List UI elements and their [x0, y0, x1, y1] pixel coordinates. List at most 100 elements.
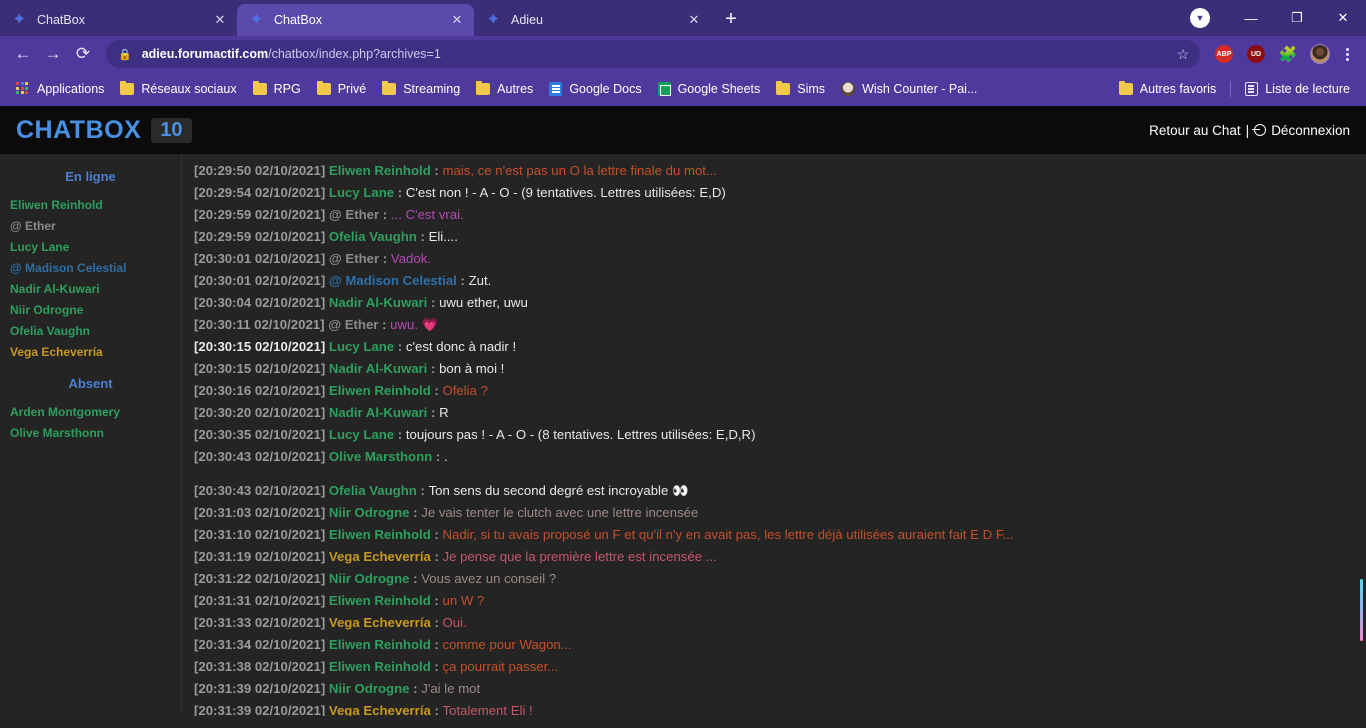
message-author[interactable]: @ Ether — [328, 317, 378, 332]
page-viewport: CHATBOX 10 Retour au Chat | Déconnexion … — [0, 106, 1366, 728]
bookmark-applications[interactable]: Applications — [8, 77, 112, 101]
away-user-item[interactable]: Olive Marsthonn — [0, 422, 181, 443]
chat-message-log[interactable]: [20:29:50 02/10/2021] Eliwen Reinhold : … — [182, 154, 1366, 728]
page-title: CHATBOX — [16, 115, 142, 144]
message-author[interactable]: Niir Odrogne — [329, 571, 410, 586]
message-author[interactable]: @ Madison Celestial — [329, 273, 457, 288]
tab-title: Adieu — [511, 13, 543, 27]
message-author[interactable]: Nadir Al-Kuwari — [329, 361, 427, 376]
message-colon: : — [430, 615, 443, 630]
bookmark-streaming[interactable]: Streaming — [374, 77, 468, 101]
chat-message: [20:30:16 02/10/2021] Eliwen Reinhold : … — [190, 380, 1366, 402]
window-controls: ▼ — ❐ ✕ — [1190, 0, 1366, 36]
message-text: un W ? — [442, 593, 485, 608]
bookmark-reseaux-sociaux[interactable]: Réseaux sociaux — [112, 77, 244, 101]
message-author[interactable]: Vega Echeverría — [329, 615, 431, 630]
new-tab-button[interactable]: + — [717, 5, 745, 33]
browser-menu-icon[interactable] — [1336, 43, 1358, 65]
lock-icon: 🔒 — [118, 48, 132, 61]
message-author[interactable]: Lucy Lane — [329, 185, 394, 200]
bookmark-wish-counter[interactable]: Wish Counter - Pai... — [833, 77, 985, 101]
back-icon[interactable]: ← — [8, 39, 38, 69]
extensions-puzzle-icon[interactable]: 🧩 — [1279, 45, 1298, 63]
forward-icon[interactable]: → — [38, 39, 68, 69]
online-user-item[interactable]: Eliwen Reinhold — [0, 194, 181, 215]
message-author[interactable]: Nadir Al-Kuwari — [329, 295, 427, 310]
message-author[interactable]: Eliwen Reinhold — [329, 527, 431, 542]
bookmark-rpg[interactable]: RPG — [245, 77, 309, 101]
message-author[interactable]: Vega Echeverría — [329, 549, 431, 564]
divider — [1230, 81, 1232, 97]
close-icon[interactable]: ✕ — [448, 11, 466, 29]
message-author[interactable]: Eliwen Reinhold — [329, 637, 431, 652]
bookmark-label: Autres — [497, 82, 534, 96]
scrollbar-thumb[interactable] — [1360, 579, 1363, 641]
bookmark-liste-de-lecture[interactable]: Liste de lecture — [1237, 77, 1358, 101]
message-author[interactable]: Eliwen Reinhold — [329, 659, 431, 674]
message-timestamp: [20:30:15 02/10/2021] — [194, 339, 329, 354]
away-user-item[interactable]: Arden Montgomery — [0, 401, 181, 422]
bookmark-label: Sims — [797, 82, 826, 96]
maximize-button[interactable]: ❐ — [1274, 0, 1320, 36]
message-author[interactable]: Nadir Al-Kuwari — [329, 405, 427, 420]
bookmark-google-sheets[interactable]: Google Sheets — [650, 77, 769, 101]
message-timestamp: [20:31:31 02/10/2021] — [194, 593, 329, 608]
scrollbar-track[interactable] — [1353, 154, 1366, 728]
online-user-item[interactable]: Ofelia Vaughn — [0, 320, 181, 341]
bookmark-google-docs[interactable]: Google Docs — [541, 77, 649, 101]
message-author[interactable]: Niir Odrogne — [329, 505, 410, 520]
message-timestamp: [20:30:01 02/10/2021] — [194, 251, 329, 266]
bookmark-label: Google Docs — [569, 82, 642, 96]
message-author[interactable]: Niir Odrogne — [329, 681, 410, 696]
browser-tab-1[interactable]: ✦ ChatBox ✕ — [0, 4, 237, 36]
message-timestamp: [20:30:04 02/10/2021] — [194, 295, 329, 310]
message-colon: : — [416, 229, 429, 244]
profile-avatar[interactable] — [1310, 44, 1330, 64]
browser-tab-3[interactable]: ✦ Adieu ✕ — [474, 4, 711, 36]
bookmark-label: Autres favoris — [1139, 82, 1217, 96]
adblock-plus-extension-icon[interactable]: ABP — [1215, 45, 1233, 63]
close-icon[interactable]: ✕ — [685, 11, 703, 29]
close-icon[interactable]: ✕ — [211, 11, 229, 29]
message-colon: : — [409, 681, 422, 696]
message-author[interactable]: @ Ether — [329, 207, 379, 222]
message-author[interactable]: Olive Marsthonn — [329, 449, 432, 464]
message-author[interactable]: Eliwen Reinhold — [329, 593, 431, 608]
folder-icon — [476, 81, 491, 95]
logout-link[interactable]: Déconnexion — [1252, 123, 1350, 138]
message-author[interactable]: Eliwen Reinhold — [329, 163, 431, 178]
address-bar[interactable]: 🔒 adieu.forumactif.com/chatbox/index.php… — [106, 40, 1200, 68]
message-text: Je vais tenter le clutch avec une lettre… — [421, 505, 699, 520]
close-window-button[interactable]: ✕ — [1320, 0, 1366, 36]
online-user-item[interactable]: Nadir Al-Kuwari — [0, 278, 181, 299]
message-author[interactable]: Lucy Lane — [329, 339, 394, 354]
message-text: uwu ether, uwu — [439, 295, 528, 310]
bookmark-autres-favoris[interactable]: Autres favoris — [1111, 77, 1224, 101]
minimize-button[interactable]: — — [1228, 0, 1274, 36]
reload-icon[interactable]: ⟳ — [68, 39, 98, 69]
bookmark-star-icon[interactable]: ☆ — [1170, 41, 1196, 67]
online-user-item[interactable]: Lucy Lane — [0, 236, 181, 257]
online-user-item[interactable]: Vega Echeverría — [0, 341, 181, 362]
message-author[interactable]: Lucy Lane — [329, 427, 394, 442]
chat-message: [20:31:34 02/10/2021] Eliwen Reinhold : … — [190, 634, 1366, 656]
folder-icon — [316, 81, 331, 95]
ublock-extension-icon[interactable]: UD — [1247, 45, 1265, 63]
browser-tab-2[interactable]: ✦ ChatBox ✕ — [237, 4, 474, 36]
download-icon[interactable]: ▼ — [1190, 8, 1210, 28]
chat-message: [20:30:15 02/10/2021] Nadir Al-Kuwari : … — [190, 358, 1366, 380]
online-user-item[interactable]: Niir Odrogne — [0, 299, 181, 320]
chat-message: [20:31:19 02/10/2021] Vega Echeverría : … — [190, 546, 1366, 568]
online-user-item[interactable]: @ Ether — [0, 215, 181, 236]
bookmark-sims[interactable]: Sims — [768, 77, 833, 101]
message-author[interactable]: @ Ether — [329, 251, 379, 266]
online-user-item[interactable]: @ Madison Celestial — [0, 257, 181, 278]
message-author[interactable]: Eliwen Reinhold — [329, 383, 431, 398]
chatbox-body: En ligne Eliwen Reinhold @ Ether Lucy La… — [0, 154, 1366, 728]
back-to-chat-link[interactable]: Retour au Chat — [1149, 123, 1241, 138]
message-timestamp: [20:30:20 02/10/2021] — [194, 405, 329, 420]
message-author[interactable]: Ofelia Vaughn — [329, 483, 417, 498]
message-author[interactable]: Ofelia Vaughn — [329, 229, 417, 244]
bookmark-autres[interactable]: Autres — [468, 77, 541, 101]
bookmark-prive[interactable]: Privé — [309, 77, 374, 101]
